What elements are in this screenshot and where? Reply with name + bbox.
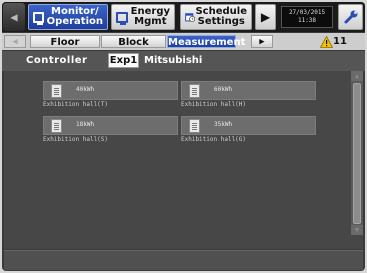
monitor-operation-button[interactable]: Monitor/ Operation	[28, 4, 108, 30]
monitor-operation-label: Monitor/ Operation	[46, 6, 103, 27]
measurement-value: 40kWh	[76, 86, 95, 93]
bottom-bar	[4, 250, 363, 270]
scroll-down-button[interactable]: ▼	[351, 225, 363, 235]
nav-left-arrow[interactable]: ◀	[3, 3, 25, 31]
controller-label: Controller	[26, 55, 88, 66]
app-window: ◀ Monitor/ Operation Energy Mgmt Schedul…	[2, 2, 365, 271]
warning-icon	[320, 35, 333, 48]
tab-block[interactable]: Block	[101, 35, 166, 48]
vertical-scrollbar[interactable]: ▲ ▼	[351, 71, 363, 235]
measurement-card[interactable]: 40kWh Exhibition hall(T)	[43, 81, 178, 110]
app-frame: ◀ Monitor/ Operation Energy Mgmt Schedul…	[0, 0, 367, 273]
measurement-card[interactable]: 18kWh Exhibition hall(S)	[43, 116, 178, 145]
controller-select[interactable]: Exp1	[108, 53, 139, 68]
schedule-settings-label: Schedule Settings	[195, 6, 247, 27]
measurement-panel: 40kWh Exhibition hall(T) 60kWh Exhibitio…	[4, 71, 363, 249]
alarm-count: 11	[333, 36, 347, 47]
measurement-value: 18kWh	[76, 121, 95, 128]
measurement-value: 35kWh	[214, 121, 233, 128]
alarm-indicator[interactable]: 11	[320, 34, 347, 49]
measurement-name: Exhibition hall(T)	[43, 101, 109, 108]
schedule-icon	[185, 13, 196, 22]
measurement-card-box[interactable]: 40kWh	[43, 81, 178, 100]
meter-icon	[189, 84, 200, 98]
meter-icon	[51, 119, 62, 133]
measurement-value: 60kWh	[214, 86, 233, 93]
meter-icon	[51, 84, 62, 98]
monitor-icon	[33, 11, 44, 25]
date-time-display: 27/03/2015 11:38	[281, 6, 333, 28]
top-navigation: ◀ Monitor/ Operation Energy Mgmt Schedul…	[2, 2, 365, 32]
play-right-icon: ▶	[260, 10, 271, 24]
measurement-name: Exhibition hall(S)	[43, 136, 109, 143]
measurement-card[interactable]: 35kWh Exhibition hall(G)	[181, 116, 316, 145]
nav-right-arrow[interactable]: ▶	[255, 4, 276, 30]
view-tab-bar: ◀ Floor Block Measurement ▶ 11	[2, 33, 365, 50]
measurement-card-box[interactable]: 60kWh	[181, 81, 316, 100]
wrench-icon	[344, 10, 357, 24]
controller-name: Mitsubishi	[144, 55, 203, 66]
measurement-name: Exhibition hall(H)	[181, 101, 247, 108]
energy-mgmt-button[interactable]: Energy Mgmt	[111, 4, 175, 30]
scroll-up-button[interactable]: ▲	[351, 71, 363, 81]
controller-row: Controller Exp1 Mitsubishi	[2, 51, 365, 71]
tab-right-arrow[interactable]: ▶	[251, 35, 273, 48]
date-text: 27/03/2015	[288, 9, 326, 16]
measurement-card[interactable]: 60kWh Exhibition hall(H)	[181, 81, 316, 110]
tab-floor[interactable]: Floor	[30, 35, 100, 48]
tab-measurement[interactable]: Measurement	[167, 35, 245, 48]
tab-left-arrow[interactable]: ◀	[4, 35, 26, 48]
measurement-card-box[interactable]: 35kWh	[181, 116, 316, 135]
maintenance-button[interactable]	[338, 4, 363, 30]
schedule-settings-button[interactable]: Schedule Settings	[180, 4, 252, 30]
measurement-name: Exhibition hall(G)	[181, 136, 247, 143]
monitor-icon	[116, 11, 128, 25]
scroll-thumb[interactable]	[353, 83, 361, 224]
meter-icon	[189, 119, 200, 133]
time-text: 11:38	[297, 17, 317, 24]
energy-mgmt-label: Energy Mgmt	[130, 6, 170, 27]
measurement-card-box[interactable]: 18kWh	[43, 116, 178, 135]
